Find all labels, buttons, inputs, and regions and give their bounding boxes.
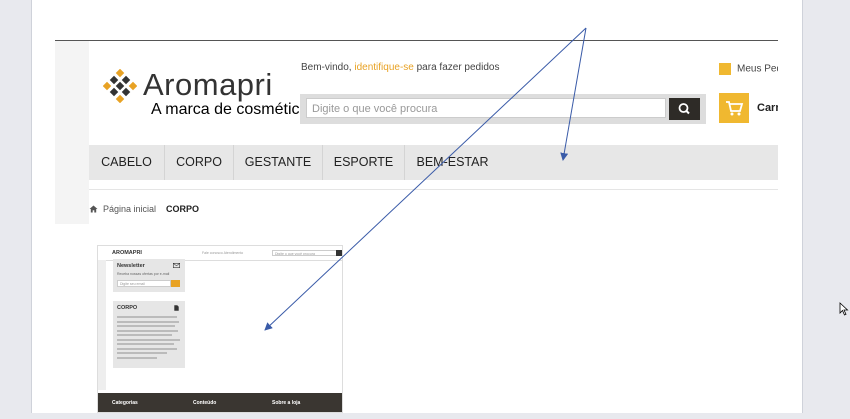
thumbnail-search-button bbox=[336, 250, 342, 256]
login-link[interactable]: identifique-se bbox=[354, 62, 413, 73]
mouse-cursor-icon bbox=[839, 302, 849, 316]
category-nav: CABELO CORPO GESTANTE ESPORTE BEM-ESTAR bbox=[89, 145, 778, 180]
page-thumbnail: AROMAPRI Fale conosco Atendimento Digite… bbox=[97, 245, 343, 413]
nav-item-corpo[interactable]: CORPO bbox=[165, 145, 234, 180]
footer-conteudo: Conteúdo bbox=[193, 400, 217, 406]
search-button[interactable] bbox=[669, 98, 700, 120]
newsletter-title: Newsletter bbox=[117, 263, 145, 269]
search-input[interactable]: Digite o que você procura bbox=[306, 98, 666, 118]
thumbnail-brand: AROMAPRI bbox=[112, 250, 142, 256]
envelope-icon bbox=[173, 263, 180, 268]
newsletter-subtitle: Receba nossas ofertas por e-mail bbox=[117, 272, 170, 276]
search-bar: Digite o que você procura bbox=[300, 94, 706, 124]
category-description bbox=[117, 316, 181, 361]
nav-item-bem-estar[interactable]: BEM-ESTAR bbox=[405, 145, 500, 180]
brand-name: Aromapri bbox=[143, 67, 273, 102]
home-icon bbox=[89, 205, 98, 213]
logo-icon bbox=[103, 69, 137, 103]
search-icon bbox=[678, 103, 690, 115]
footer-categorias: Categorias bbox=[112, 400, 138, 406]
newsletter-submit bbox=[171, 280, 180, 287]
thumbnail-sidebar bbox=[98, 260, 106, 390]
welcome-text: Bem-vindo, identifique-se para fazer ped… bbox=[301, 62, 500, 73]
category-title: CORPO bbox=[117, 305, 138, 311]
nav-item-cabelo[interactable]: CABELO bbox=[89, 145, 165, 180]
thumbnail-footer: Categorias Conteúdo Sobre a loja bbox=[98, 393, 342, 412]
newsletter-input: Digite seu email bbox=[117, 280, 171, 287]
site-header: Aromapri A marca de cosméticos naturais … bbox=[89, 41, 778, 224]
thumbnail-search: Digite o que você procura bbox=[272, 250, 338, 256]
orders-icon bbox=[719, 63, 731, 75]
breadcrumb-current: CORPO bbox=[166, 204, 200, 214]
cart-link[interactable]: Carr bbox=[719, 93, 778, 123]
thumbnail-top-links: Fale conosco Atendimento bbox=[202, 251, 244, 255]
newsletter-box: Newsletter Receba nossas ofertas por e-m… bbox=[113, 259, 185, 292]
footer-sobre: Sobre a loja bbox=[272, 400, 301, 406]
cart-icon bbox=[719, 93, 749, 123]
category-description-box: CORPO bbox=[113, 301, 185, 368]
breadcrumb-home[interactable]: Página inicial bbox=[103, 204, 156, 214]
nav-item-gestante[interactable]: GESTANTE bbox=[234, 145, 323, 180]
document-icon bbox=[174, 305, 179, 311]
divider bbox=[89, 189, 778, 190]
breadcrumb: Página inicial CORPO bbox=[89, 204, 199, 214]
nav-item-esporte[interactable]: ESPORTE bbox=[323, 145, 405, 180]
my-orders-link[interactable]: Meus Ped bbox=[719, 63, 778, 75]
website-screenshot: Aromapri A marca de cosméticos naturais … bbox=[55, 40, 778, 224]
